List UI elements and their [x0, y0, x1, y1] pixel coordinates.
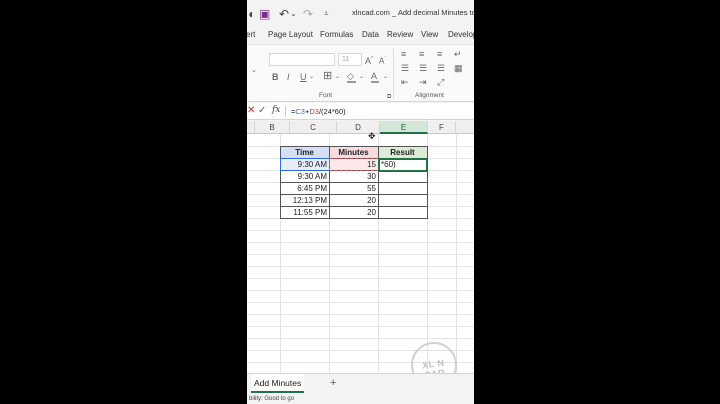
active-cell-e3[interactable] — [378, 158, 428, 172]
expand-chevron-icon[interactable]: ⌄ — [251, 66, 257, 76]
tab-page-layout[interactable]: Page Layout — [268, 30, 313, 39]
decrease-font-icon[interactable]: Aˇ — [379, 54, 386, 67]
column-header-b[interactable]: B — [255, 121, 290, 134]
column-header-f[interactable]: F — [428, 121, 456, 134]
fill-color-icon[interactable]: ◇ — [347, 71, 356, 83]
column-header-c[interactable]: C — [290, 121, 337, 134]
font-dialog-launcher-icon[interactable]: ⧉ — [387, 92, 391, 102]
font-group-label: Font — [319, 92, 333, 99]
tab-developer[interactable]: Develop — [448, 30, 474, 39]
table-divider — [280, 182, 428, 183]
align-top-icon[interactable]: ≡ — [401, 49, 406, 59]
tab-review[interactable]: Review — [387, 30, 413, 39]
title-bar: ◖ ▣ ↶ ⌄ ↷ ⩡ xlncad.com _ Add decimal Min… — [247, 0, 474, 28]
italic-icon[interactable]: I — [287, 72, 290, 82]
redo-icon[interactable]: ↷ — [303, 6, 313, 22]
gridline — [247, 326, 474, 327]
add-sheet-icon[interactable]: + — [330, 377, 336, 389]
ribbon: 11 A^ Aˇ ⌄ B I U ⌄ ⊞ ⌄ ◇ ⌄ A ⌄ Font ⧉ ≡ … — [247, 44, 474, 102]
gridline — [247, 254, 474, 255]
reference-highlight-d3 — [329, 158, 379, 171]
worksheet-grid[interactable]: B C D E F Time Minutes Result 9:30 AM 15… — [247, 121, 474, 373]
increase-indent-icon[interactable]: ⇥ — [419, 77, 427, 87]
align-right-icon[interactable]: ☰ — [437, 63, 445, 73]
ribbon-separator — [393, 49, 394, 99]
status-bar: bility: Good to go — [247, 394, 474, 404]
mouse-cursor-icon: ✥ — [368, 131, 376, 141]
save-icon[interactable]: ▣ — [259, 6, 270, 22]
formula-ref-c3: C3 — [295, 107, 305, 116]
decrease-indent-icon[interactable]: ⇤ — [401, 77, 409, 87]
gridline — [247, 290, 474, 291]
gridline — [247, 242, 474, 243]
gridline — [247, 266, 474, 267]
underline-icon[interactable]: U — [300, 72, 307, 82]
accessibility-status[interactable]: bility: Good to go — [249, 396, 294, 402]
formula-input[interactable]: =C3+D3/(24*60) — [291, 107, 346, 116]
increase-font-icon[interactable]: A^ — [365, 54, 373, 66]
gridline — [247, 314, 474, 315]
undo-icon[interactable]: ↶ — [279, 6, 289, 22]
align-bottom-icon[interactable]: ≡ — [437, 49, 442, 59]
borders-icon[interactable]: ⊞ — [323, 71, 332, 82]
borders-dropdown-icon[interactable]: ⌄ — [335, 72, 340, 82]
gridline — [247, 278, 474, 279]
alignment-group-label: Alignment — [415, 92, 444, 99]
gridline — [247, 338, 474, 339]
reference-highlight-c3 — [280, 158, 330, 171]
fill-dropdown-icon[interactable]: ⌄ — [359, 72, 364, 82]
formula-suffix: /(24*60) — [318, 107, 346, 116]
excel-window: ◖ ▣ ↶ ⌄ ↷ ⩡ xlncad.com _ Add decimal Min… — [247, 0, 474, 404]
xlncad-watermark-logo: XL N CAD — [411, 342, 457, 373]
underline-dropdown-icon[interactable]: ⌄ — [309, 72, 314, 82]
align-center-icon[interactable]: ☰ — [419, 63, 427, 73]
formula-bar: ✕ ✓ fx =C3+D3/(24*60) — [247, 103, 474, 120]
orientation-icon[interactable]: ⤢ — [437, 77, 444, 87]
undo-dropdown-icon[interactable]: ⌄ — [290, 6, 297, 22]
gridline — [247, 230, 474, 231]
sheet-tab-add-minutes[interactable]: Add Minutes — [251, 374, 305, 393]
align-left-icon[interactable]: ☰ — [401, 63, 409, 73]
font-size-box[interactable]: 11 — [338, 53, 362, 66]
formula-bar-divider — [285, 106, 286, 117]
font-color-icon[interactable]: A — [371, 71, 379, 83]
gridline — [247, 302, 474, 303]
merge-center-icon[interactable]: ▦ — [454, 63, 463, 73]
quick-access-menu-icon[interactable]: ⩡ — [324, 6, 329, 22]
align-middle-icon[interactable]: ≡ — [419, 49, 424, 59]
insert-function-icon[interactable]: fx — [272, 105, 280, 115]
column-header-e[interactable]: E — [380, 121, 428, 134]
wrap-text-icon[interactable]: ↵ — [454, 49, 462, 59]
document-title: xlncad.com _ Add decimal Minutes to Ti..… — [352, 8, 474, 17]
watermark-text: XL N CAD — [421, 357, 446, 373]
cancel-icon[interactable]: ✕ — [247, 105, 255, 116]
bold-icon[interactable]: B — [272, 72, 279, 82]
tab-formulas[interactable]: Formulas — [320, 30, 353, 39]
table-divider — [280, 206, 428, 207]
font-color-dropdown-icon[interactable]: ⌄ — [383, 72, 388, 82]
sheet-tab-bar: Add Minutes + — [247, 373, 474, 394]
row-header-corner[interactable] — [247, 121, 255, 134]
tab-insert[interactable]: ert — [247, 30, 255, 39]
font-name-box[interactable] — [269, 53, 335, 66]
formula-ref-d3: D3 — [309, 107, 319, 116]
column-header-g[interactable] — [456, 121, 474, 134]
tab-data[interactable]: Data — [362, 30, 379, 39]
autosave-toggle-icon[interactable]: ◖ — [247, 6, 254, 22]
confirm-icon[interactable]: ✓ — [258, 105, 266, 116]
table-divider — [280, 194, 428, 195]
ribbon-tabs: ert Page Layout Formulas Data Review Vie… — [247, 28, 474, 44]
tab-view[interactable]: View — [421, 30, 438, 39]
